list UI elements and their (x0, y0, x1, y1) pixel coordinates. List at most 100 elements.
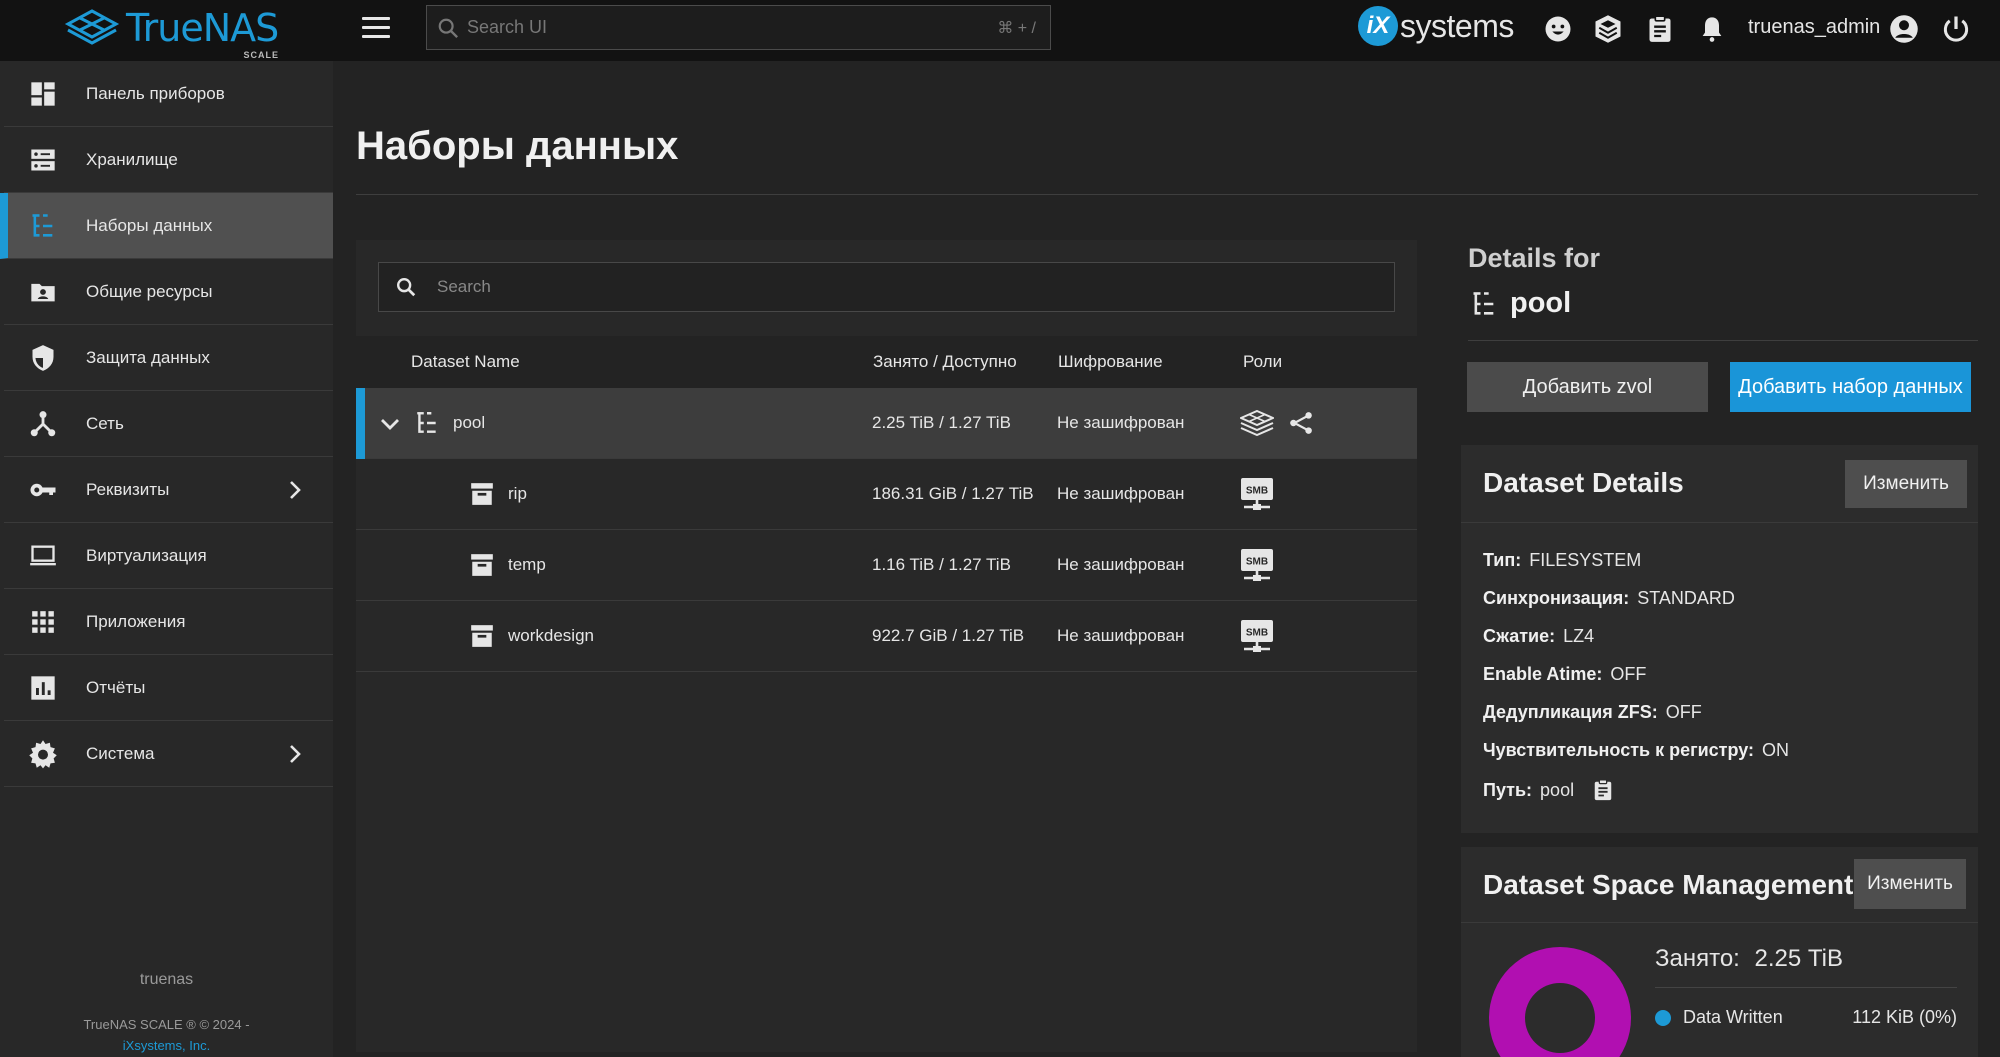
ix-mark: iX (1358, 6, 1398, 46)
sidebar-item-label: Отчёты (86, 677, 146, 697)
dataset-search-input[interactable] (437, 277, 1394, 297)
storage-icon (26, 143, 60, 177)
add-dataset-button[interactable]: Добавить набор данных (1730, 362, 1971, 412)
title-divider (356, 194, 1978, 195)
apps-grid-icon (26, 605, 60, 639)
menu-toggle-button[interactable] (362, 17, 390, 41)
truenas-logo-icon (64, 9, 120, 45)
ix-text: systems (1400, 7, 1514, 44)
network-icon (26, 407, 60, 441)
sidebar-item-label: Виртуализация (86, 545, 207, 565)
smb-label: SMB (1246, 486, 1268, 497)
dataset-encryption: Не зашифрован (1057, 626, 1185, 645)
dataset-box-icon (471, 554, 493, 576)
sidebar-item-label: Защита данных (86, 347, 210, 367)
username-label[interactable]: truenas_admin (1748, 16, 1880, 39)
power-icon[interactable] (1940, 13, 1972, 45)
key-icon (26, 473, 60, 507)
legend-dot-icon (1655, 1009, 1671, 1026)
truenas-logo[interactable]: TrueNAS SCALE (64, 6, 279, 60)
sidebar-item-credentials[interactable]: Реквизиты (4, 457, 333, 523)
top-bar: TrueNAS SCALE ⌘ + / iX systems truenas_a… (0, 0, 2000, 61)
sidebar-item-storage[interactable]: Хранилище (4, 127, 333, 193)
sidebar-item-reports[interactable]: Отчёты (4, 655, 333, 721)
dataset-space-card: Dataset Space Management Изменить Занято… (1461, 847, 1978, 1057)
feedback-smile-icon[interactable] (1542, 13, 1574, 45)
account-circle-icon[interactable] (1888, 13, 1920, 45)
dataset-encryption: Не зашифрован (1057, 555, 1185, 574)
edit-dataset-details-button[interactable]: Изменить (1845, 460, 1967, 508)
copyright-text: TrueNAS SCALE ® © 2024 - (83, 1017, 250, 1032)
details-heading: Details for (1468, 243, 1601, 273)
company-link[interactable]: iXsystems, Inc. (0, 1038, 333, 1053)
edit-space-button[interactable]: Изменить (1854, 859, 1966, 909)
sidebar-item-network[interactable]: Сеть (4, 391, 333, 457)
smb-icon[interactable]: SMB (1240, 548, 1274, 582)
datasets-icon (417, 412, 436, 433)
dataset-encryption: Не зашифрован (1057, 484, 1185, 503)
space-divider (1655, 987, 1957, 988)
dataset-box-icon (471, 483, 493, 505)
prop-sync: Синхронизация: STANDARD (1483, 588, 1735, 608)
dataset-search-box[interactable] (378, 262, 1395, 312)
ixsystems-logo[interactable]: iX systems (1358, 6, 1514, 46)
search-icon (438, 18, 459, 38)
dataset-details-card: Dataset Details Изменить Тип: FILESYSTEM … (1461, 445, 1978, 833)
smb-icon[interactable]: SMB (1240, 477, 1274, 511)
global-search-input[interactable] (467, 17, 998, 38)
sidebar-item-dashboard[interactable]: Панель приборов (4, 61, 333, 127)
table-row[interactable]: temp 1.16 TiB / 1.27 TiB Не зашифрован S… (356, 530, 1417, 601)
column-header-roles[interactable]: Роли (1243, 352, 1282, 372)
global-search-box[interactable]: ⌘ + / (426, 5, 1051, 50)
card-title: Dataset Space Management (1483, 869, 1854, 900)
page-title: Наборы данных (356, 124, 679, 168)
add-zvol-button[interactable]: Добавить zvol (1467, 362, 1708, 412)
truecommand-icon[interactable] (1592, 13, 1624, 45)
table-row[interactable]: workdesign 922.7 GiB / 1.27 TiB Не зашиф… (356, 601, 1417, 672)
details-dataset-title: pool (1470, 287, 1571, 320)
share-icon[interactable] (1288, 410, 1314, 436)
sidebar-item-datasets[interactable]: Наборы данных (0, 193, 333, 259)
prop-path: Путь: pool (1483, 778, 1614, 802)
space-legend-row: Data Written 112 KiB (0%) (1655, 1007, 1957, 1028)
sidebar-item-system[interactable]: Система (4, 721, 333, 787)
prop-type: Тип: FILESYSTEM (1483, 550, 1642, 570)
prop-atime: Enable Atime: OFF (1483, 664, 1647, 684)
sidebar-item-virtualization[interactable]: Виртуализация (4, 523, 333, 589)
chevron-down-icon[interactable] (378, 412, 402, 436)
sidebar-item-label: Наборы данных (86, 215, 213, 235)
sidebar-item-label: Сеть (86, 413, 124, 433)
search-shortcut-hint: ⌘ + / (997, 19, 1036, 37)
details-divider (1468, 340, 1978, 341)
sidebar-item-label: Реквизиты (86, 479, 170, 499)
column-header-encryption[interactable]: Шифрование (1058, 352, 1163, 372)
space-usage-donut (1489, 947, 1631, 1057)
table-row[interactable]: pool 2.25 TiB / 1.27 TiB Не зашифрован (356, 388, 1417, 459)
dataset-encryption: Не зашифрован (1057, 413, 1185, 432)
clipboard-jobs-icon[interactable] (1644, 13, 1676, 45)
details-dataset-name: pool (1510, 287, 1572, 319)
dataset-used: 1.16 TiB / 1.27 TiB (872, 555, 1011, 574)
dataset-name: temp (508, 555, 546, 574)
dataset-name: pool (453, 413, 486, 432)
card-header: Dataset Details Изменить (1461, 445, 1978, 523)
sidebar-item-data-protection[interactable]: Защита данных (4, 325, 333, 391)
sidebar: Панель приборов Хранилище Наборы данных … (0, 61, 333, 1057)
dataset-tree-panel: Dataset Name Занято / Доступно Шифровани… (356, 240, 1417, 1052)
prop-case-sensitivity: Чувствительность к регистру: ON (1483, 740, 1790, 760)
hostname-label: truenas (139, 971, 194, 988)
column-header-used[interactable]: Занято / Доступно (873, 352, 1017, 372)
storage-cube-icon[interactable] (1240, 410, 1274, 436)
smb-icon[interactable]: SMB (1240, 619, 1274, 653)
legend-value: 112 KiB (0%) (1852, 1007, 1957, 1027)
logo-text: TrueNAS (126, 6, 279, 50)
bell-icon[interactable] (1696, 13, 1728, 45)
copy-clipboard-icon[interactable] (1592, 778, 1614, 802)
sidebar-item-shares[interactable]: Общие ресурсы (4, 259, 333, 325)
chevron-right-icon (290, 745, 301, 763)
search-icon (397, 278, 416, 297)
dataset-used: 922.7 GiB / 1.27 TiB (872, 626, 1025, 645)
sidebar-item-apps[interactable]: Приложения (4, 589, 333, 655)
column-header-name[interactable]: Dataset Name (411, 352, 520, 372)
table-row[interactable]: rip 186.31 GiB / 1.27 TiB Не зашифрован … (356, 459, 1417, 530)
